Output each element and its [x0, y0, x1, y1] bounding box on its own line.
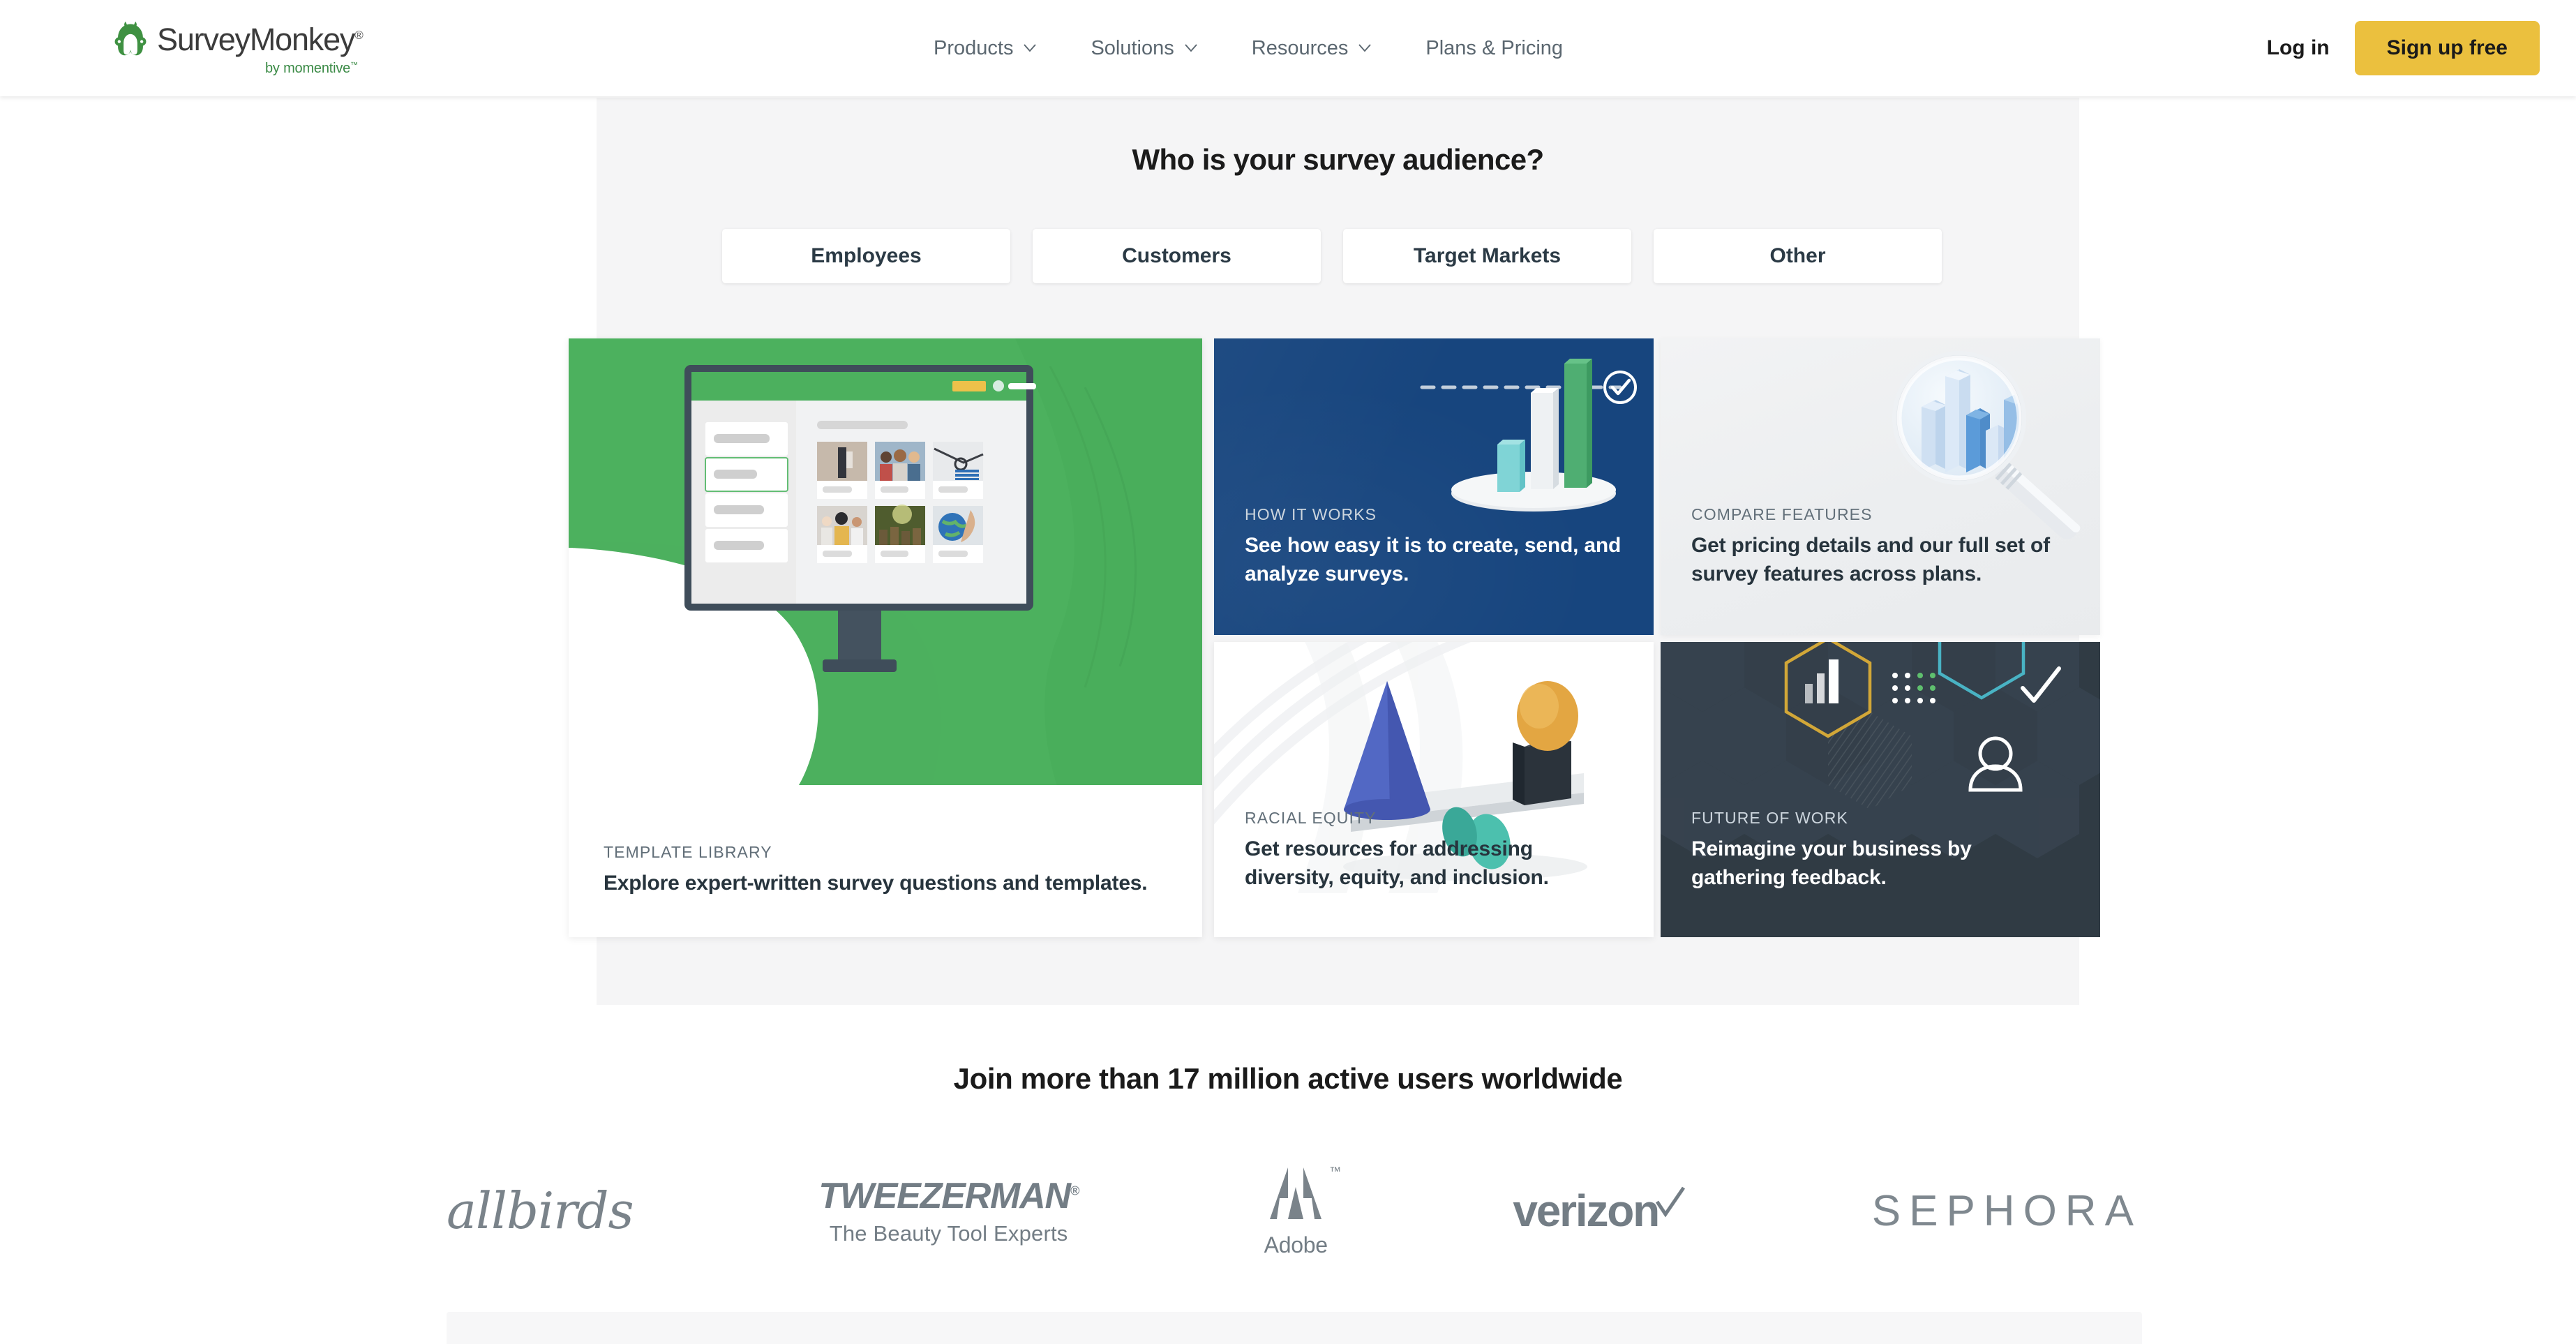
racial-equity-headline: Get resources for addressing diversity, …	[1245, 837, 1549, 890]
tab-target-markets[interactable]: Target Markets	[1343, 229, 1631, 283]
adobe-wordmark: Adobe	[1264, 1232, 1328, 1257]
card-how-it-works[interactable]: HOW IT WORKS See how easy it is to creat…	[1214, 338, 1654, 635]
social-proof-heading: Join more than 17 million active users w…	[953, 1062, 1623, 1095]
chevron-down-icon	[1183, 40, 1199, 56]
tweezerman-registered-mark: ®	[1070, 1184, 1079, 1198]
bar-chart-3d-icon	[1420, 359, 1637, 512]
template-library-text: TEMPLATE LIBRARY Explore expert-written …	[569, 843, 1202, 937]
tab-customers[interactable]: Customers	[1033, 229, 1321, 283]
compare-features-eyebrow: COMPARE FEATURES	[1691, 505, 1873, 524]
card-future-of-work[interactable]: FUTURE OF WORK Reimagine your business b…	[1661, 642, 2100, 937]
verizon-wordmark: verizon	[1513, 1186, 1660, 1236]
logo-row: SurveyMonkey®	[110, 21, 364, 57]
sephora-wordmark: SEPHORA	[1871, 1186, 2142, 1235]
allbirds-wordmark: allbirds	[447, 1181, 634, 1240]
card-compare-features[interactable]: COMPARE FEATURES Get pricing details and…	[1661, 338, 2100, 635]
bottom-section-divider	[447, 1312, 2142, 1344]
how-it-works-eyebrow: HOW IT WORKS	[1245, 505, 1377, 524]
logo-wordmark: SurveyMonkey®	[157, 21, 364, 57]
compare-features-text: COMPARE FEATURES Get pricing details and…	[1661, 505, 2100, 635]
nav-label-resources: Resources	[1251, 36, 1349, 59]
adobe-tm-mark: ™	[1329, 1165, 1342, 1178]
nav-label-plans-pricing: Plans & Pricing	[1425, 36, 1564, 59]
tweezerman-wordmark: TWEEZERMAN®	[818, 1175, 1079, 1217]
nav-item-resources[interactable]: Resources	[1225, 37, 1400, 60]
racial-equity-text: RACIAL EQUITY Get resources for addressi…	[1214, 809, 1654, 937]
signup-free-button[interactable]: Sign up free	[2354, 21, 2540, 75]
surveymonkey-logo[interactable]: SurveyMonkey® by momentive™	[110, 21, 364, 77]
brand-logo-row: allbirds TWEEZERMAN® The Beauty Tool Exp…	[447, 1144, 2142, 1277]
nav-item-solutions[interactable]: Solutions	[1064, 37, 1225, 60]
template-library-eyebrow: TEMPLATE LIBRARY	[604, 843, 772, 862]
tab-other[interactable]: Other	[1654, 229, 1942, 283]
tweezerman-tagline: The Beauty Tool Experts	[829, 1221, 1068, 1246]
chevron-down-icon	[1022, 40, 1038, 56]
how-it-works-text: HOW IT WORKS See how easy it is to creat…	[1214, 505, 1654, 635]
verizon-check-icon	[1654, 1186, 1686, 1222]
card-template-library[interactable]: TEMPLATE LIBRARY Explore expert-written …	[569, 338, 1202, 937]
nav-item-plans-pricing[interactable]: Plans & Pricing	[1399, 37, 1589, 60]
brand-logo-adobe[interactable]: ™ Adobe	[1264, 1163, 1342, 1258]
future-of-work-headline: Reimagine your business by gathering fee…	[1691, 837, 1972, 890]
header-actions: Log in Sign up free	[2267, 0, 2540, 96]
template-library-headline: Explore expert-written survey questions …	[604, 872, 1148, 895]
primary-navigation: Products Solutions Resources Plans & Pri…	[907, 0, 1589, 96]
card-racial-equity[interactable]: RACIAL EQUITY Get resources for addressi…	[1214, 642, 1654, 937]
future-of-work-text: FUTURE OF WORK Reimagine your business b…	[1661, 809, 2100, 937]
nav-item-products[interactable]: Products	[907, 37, 1064, 60]
racial-equity-eyebrow: RACIAL EQUITY	[1245, 809, 1377, 828]
chevron-down-icon	[1357, 40, 1372, 56]
nav-label-products: Products	[934, 36, 1014, 59]
adobe-a-icon: ™	[1267, 1163, 1341, 1227]
monkey-logo-icon	[110, 21, 151, 57]
how-it-works-headline: See how easy it is to create, send, and …	[1245, 534, 1622, 586]
audience-heading: Who is your survey audience?	[1132, 143, 1544, 176]
login-link[interactable]: Log in	[2267, 36, 2330, 60]
brand-logo-tweezerman[interactable]: TWEEZERMAN® The Beauty Tool Experts	[818, 1175, 1079, 1246]
logo-registered-mark: ®	[354, 28, 364, 42]
future-of-work-eyebrow: FUTURE OF WORK	[1691, 809, 1848, 828]
nav-label-solutions: Solutions	[1091, 36, 1174, 59]
compare-features-headline: Get pricing details and our full set of …	[1691, 534, 2050, 586]
logo-tagline-tm: ™	[350, 61, 358, 70]
tweezerman-name: TWEEZERMAN	[818, 1176, 1071, 1216]
brand-logo-verizon[interactable]: verizon	[1513, 1185, 1686, 1237]
site-header: SurveyMonkey® by momentive™ Products Sol…	[0, 0, 2576, 96]
template-library-illustration	[569, 338, 1202, 785]
page-root: SurveyMonkey® by momentive™ Products Sol…	[0, 0, 2576, 1344]
brand-logo-allbirds[interactable]: allbirds	[447, 1181, 634, 1240]
logo-tagline-text: by momentive	[265, 61, 351, 76]
brand-logo-sephora[interactable]: SEPHORA	[1872, 1186, 2142, 1236]
tab-employees[interactable]: Employees	[722, 229, 1010, 283]
logo-tagline: by momentive™	[265, 61, 358, 77]
desktop-monitor-icon	[684, 365, 1036, 672]
logo-wordmark-text: SurveyMonkey	[157, 21, 355, 57]
audience-tab-list: Employees Customers Target Markets Other	[722, 229, 1942, 283]
